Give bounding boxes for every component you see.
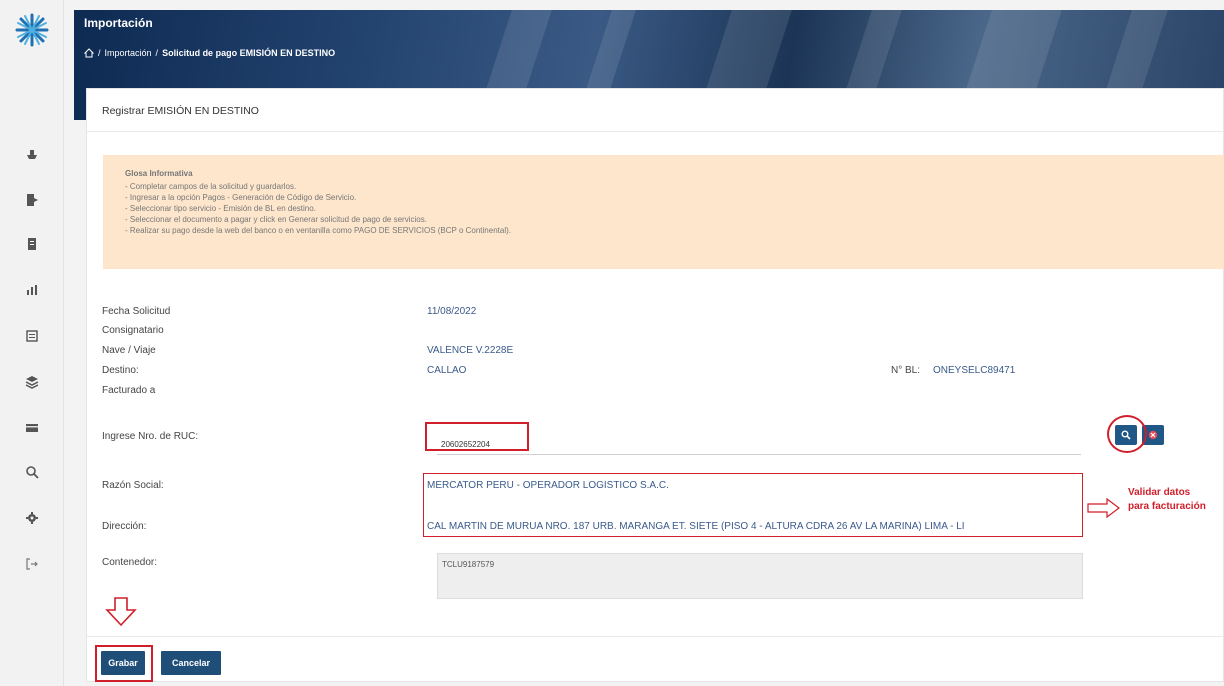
page-title: Importación bbox=[84, 16, 153, 30]
consignatario-label: Consignatario bbox=[102, 325, 164, 336]
direccion-label: Dirección: bbox=[102, 521, 147, 532]
logout-icon[interactable] bbox=[20, 552, 44, 576]
list-icon[interactable] bbox=[20, 324, 44, 348]
ruc-highlight-box bbox=[425, 422, 529, 451]
destino-label: Destino: bbox=[102, 365, 139, 376]
info-box: Glosa Informativa - Completar campos de … bbox=[103, 155, 1224, 269]
card-title: Registrar EMISIÓN EN DESTINO bbox=[102, 105, 259, 117]
cancel-button[interactable]: Cancelar bbox=[161, 651, 221, 675]
right-arrow-icon bbox=[1087, 497, 1120, 519]
razon-label: Razón Social: bbox=[102, 480, 164, 491]
search-highlight-circle bbox=[1107, 415, 1147, 453]
card-icon[interactable] bbox=[20, 416, 44, 440]
divider bbox=[87, 131, 1224, 132]
razon-value: MERCATOR PERU - OPERADOR LOGISTICO S.A.C… bbox=[427, 480, 669, 491]
annotation-text: Validar datos para facturación bbox=[1128, 486, 1206, 514]
info-title: Glosa Informativa bbox=[125, 169, 193, 178]
breadcrumb-separator: / bbox=[98, 48, 101, 58]
breadcrumb-item[interactable]: Importación bbox=[105, 48, 152, 58]
contenedor-label: Contenedor: bbox=[102, 557, 158, 568]
contenedor-textarea[interactable]: TCLU9187579 bbox=[437, 553, 1083, 599]
facturado-label: Facturado a bbox=[102, 385, 156, 396]
info-line: - Completar campos de la solicitud y gua… bbox=[125, 182, 297, 191]
info-line: - Seleccionar tipo servicio - Emisión de… bbox=[125, 204, 316, 213]
info-line: - Seleccionar el documento a pagar y cli… bbox=[125, 215, 427, 224]
logo-star-icon[interactable] bbox=[14, 12, 50, 48]
breadcrumb-separator: / bbox=[155, 48, 159, 58]
sidebar bbox=[0, 0, 64, 686]
direccion-value: CAL MARTIN DE MURUA NRO. 187 URB. MARANG… bbox=[427, 521, 965, 532]
breadcrumb-item-current: Solicitud de pago EMISIÓN EN DESTINO bbox=[162, 48, 336, 58]
down-arrow-icon bbox=[105, 597, 137, 627]
document-export-icon[interactable] bbox=[20, 188, 44, 212]
search-icon[interactable] bbox=[20, 460, 44, 484]
annotation-line: para facturación bbox=[1128, 501, 1206, 512]
breadcrumb: / Importación / Solicitud de pago EMISIÓ… bbox=[84, 48, 335, 58]
clear-icon bbox=[1148, 430, 1158, 440]
info-line: - Ingresar a la opción Pagos - Generació… bbox=[125, 193, 357, 202]
ruc-label: Ingrese Nro. de RUC: bbox=[102, 431, 199, 442]
info-line: - Realizar su pago desde la web del banc… bbox=[125, 226, 511, 235]
fecha-value: 11/08/2022 bbox=[427, 306, 477, 317]
divider bbox=[87, 636, 1224, 637]
fecha-label: Fecha Solicitud bbox=[102, 306, 171, 317]
gear-icon[interactable] bbox=[20, 506, 44, 530]
layers-icon[interactable] bbox=[20, 370, 44, 394]
annotation-line: Validar datos bbox=[1128, 487, 1191, 498]
app: Importación / Importación / Solicitud de… bbox=[0, 0, 1224, 686]
contenedor-value: TCLU9187579 bbox=[442, 560, 495, 569]
bl-value: ONEYSELC89471 bbox=[933, 365, 1016, 376]
ruc-input[interactable]: 20602652204 bbox=[437, 433, 1081, 455]
save-highlight-box bbox=[95, 645, 153, 682]
nave-value: VALENCE V.2228E bbox=[427, 345, 514, 356]
file-icon[interactable] bbox=[20, 232, 44, 256]
ship-icon[interactable] bbox=[20, 142, 44, 166]
form-card: Registrar EMISIÓN EN DESTINO Glosa Infor… bbox=[86, 88, 1224, 682]
home-icon[interactable] bbox=[84, 48, 94, 58]
destino-value: CALLAO bbox=[427, 365, 467, 376]
nave-label: Nave / Viaje bbox=[102, 345, 156, 356]
chart-icon[interactable] bbox=[20, 278, 44, 302]
bl-label: N° BL: bbox=[891, 365, 921, 376]
